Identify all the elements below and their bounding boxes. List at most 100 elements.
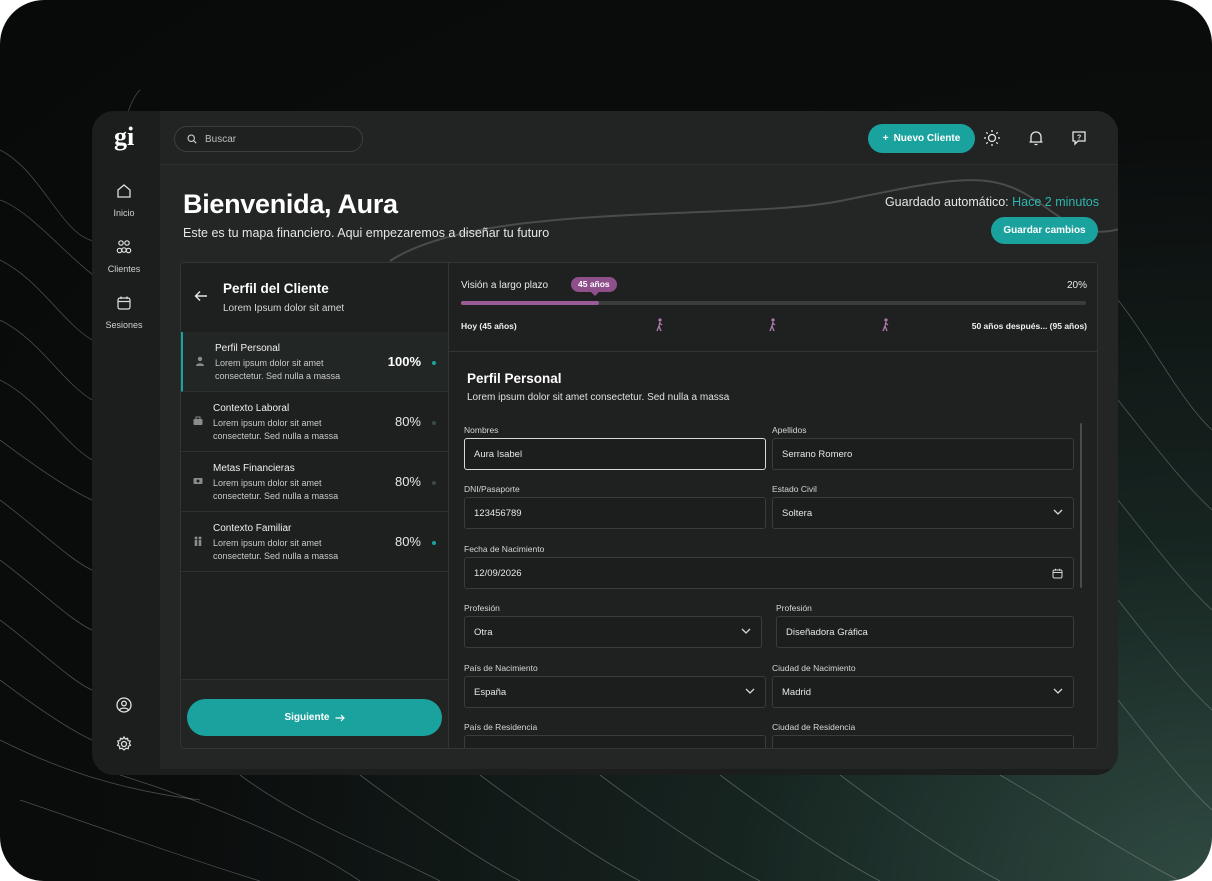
apellidos-field[interactable] (772, 438, 1074, 470)
step-title: Perfil Personal (215, 343, 281, 354)
walking-person-icon (769, 318, 776, 332)
nav-rail: gi Inicio Clientes Sesiones (92, 111, 160, 775)
top-bar: + Nuevo Cliente ? (160, 111, 1118, 165)
step-perfil-personal[interactable]: Perfil Personal Lorem ipsum dolor sit am… (181, 332, 448, 392)
step-status-dot (432, 421, 436, 425)
estado-civil-label: Estado Civil (772, 484, 817, 494)
client-profile-panel: Perfil del Cliente Lorem Ipsum dolor sit… (180, 262, 1098, 749)
pais-nacimiento-value: España (474, 686, 507, 698)
search-icon (187, 134, 197, 144)
chevron-down-icon (745, 688, 755, 694)
fecha-field[interactable] (464, 557, 1074, 589)
walking-person-icon (656, 318, 663, 332)
sidebar-title: Perfil del Cliente (223, 281, 329, 296)
page-title: Bienvenida, Aura (183, 189, 398, 219)
profesion-detail-input[interactable] (786, 626, 1016, 638)
step-title: Contexto Familiar (213, 523, 292, 534)
bell-icon[interactable] (1027, 129, 1045, 147)
back-arrow-icon[interactable] (194, 290, 208, 302)
profesion-detail-label: Profesión (776, 603, 812, 613)
sun-icon[interactable] (983, 129, 1001, 147)
sidebar-footer: Siguiente (181, 679, 448, 748)
chevron-down-icon (1053, 688, 1063, 694)
profesion-select[interactable]: Otra (464, 616, 762, 648)
ciudad-nacimiento-label: Ciudad de Nacimiento (772, 663, 856, 673)
ciudad-residencia-select[interactable] (772, 735, 1074, 748)
vision-progress-fill (461, 301, 599, 305)
pais-nacimiento-select[interactable]: España (464, 676, 766, 708)
nombres-label: Nombres (464, 425, 499, 435)
rail-item-inicio[interactable]: Inicio (92, 183, 156, 221)
pais-nacimiento-label: País de Nacimiento (464, 663, 538, 673)
step-status-dot (432, 361, 436, 365)
calendar-icon[interactable] (1052, 568, 1063, 579)
nombres-field[interactable] (464, 438, 766, 470)
fecha-label: Fecha de Nacimiento (464, 544, 545, 554)
profesion-label: Profesión (464, 603, 500, 613)
sidebar-header: Perfil del Cliente Lorem Ipsum dolor sit… (181, 263, 449, 332)
profesion-detail-field[interactable] (776, 616, 1074, 648)
age-badge: 45 años (571, 277, 617, 296)
step-description: Lorem ipsum dolor sit amet consectetur. … (215, 358, 341, 381)
new-client-button[interactable]: + Nuevo Cliente (868, 124, 975, 153)
nombres-input[interactable] (474, 448, 707, 460)
ciudad-nacimiento-select[interactable]: Madrid (772, 676, 1074, 708)
search-input[interactable] (205, 133, 345, 145)
autosave-prefix: Guardado automático: (884, 195, 1009, 209)
decorative-curve (389, 179, 1118, 262)
family-icon (194, 536, 202, 546)
form-title: Perfil Personal (467, 371, 562, 386)
sidebar-subtitle: Lorem Ipsum dolor sit amet (223, 303, 345, 314)
profile-steps-sidebar: Perfil del Cliente Lorem Ipsum dolor sit… (181, 263, 449, 748)
step-status-dot (432, 541, 436, 545)
personal-profile-form: Perfil Personal Lorem ipsum dolor sit am… (449, 353, 1097, 748)
ciudad-residencia-label: Ciudad de Residencia (772, 722, 856, 732)
rail-item-sesiones[interactable]: Sesiones (92, 295, 156, 333)
clients-icon (116, 240, 132, 254)
user-circle-icon[interactable] (114, 695, 134, 715)
pais-residencia-label: País de Residencia (464, 722, 538, 732)
step-status-dot (432, 481, 436, 485)
vision-progress-track (461, 301, 1086, 305)
person-icon (196, 356, 204, 366)
vision-percent: 20% (1066, 280, 1087, 291)
help-chat-icon[interactable]: ? (1070, 129, 1088, 147)
step-metas-financieras[interactable]: Metas Financieras Lorem ipsum dolor sit … (181, 452, 448, 512)
briefcase-icon (193, 416, 203, 425)
dni-field[interactable] (464, 497, 766, 529)
autosave-status: Guardado automático: Hace 2 minutos (885, 195, 1099, 209)
estado-civil-select[interactable]: Soltera (772, 497, 1074, 529)
apellidos-input[interactable] (782, 448, 1015, 460)
app-window: gi Inicio Clientes Sesiones Buscar + Nue… (92, 111, 1118, 775)
page-subtitle: Este es tu mapa financiero. Aqui empezar… (183, 226, 550, 240)
step-percent: 100% (387, 354, 421, 369)
pais-residencia-select[interactable] (464, 735, 766, 748)
next-label: Siguiente (284, 712, 330, 723)
step-title: Metas Financieras (213, 463, 295, 474)
logo-text: gi (114, 122, 134, 151)
svg-text:?: ? (1077, 135, 1081, 142)
chevron-down-icon (1053, 509, 1063, 515)
search-box[interactable] (174, 126, 363, 152)
step-description: Lorem ipsum dolor sit amet consectetur. … (213, 418, 339, 441)
step-contexto-laboral[interactable]: Contexto Laboral Lorem ipsum dolor sit a… (181, 392, 448, 452)
fecha-input[interactable] (474, 567, 954, 579)
save-changes-button[interactable]: Guardar cambios (991, 217, 1098, 244)
calendar-icon (117, 296, 131, 310)
step-percent: 80% (394, 534, 421, 549)
form-scrollbar[interactable] (1080, 423, 1082, 588)
background-canvas: gi Inicio Clientes Sesiones Buscar + Nue… (0, 0, 1212, 881)
dni-input[interactable] (474, 507, 707, 519)
autosave-time: Hace 2 minutos (1012, 195, 1099, 209)
rail-item-clientes[interactable]: Clientes (92, 239, 156, 277)
arrow-right-icon (335, 714, 345, 721)
walking-person-icon (882, 318, 889, 332)
step-contexto-familiar[interactable]: Contexto Familiar Lorem ipsum dolor sit … (181, 512, 448, 572)
main-content: + Nuevo Cliente ? Bienvenida, Aura Este … (160, 111, 1118, 769)
dni-label: DNI/Pasaporte (464, 484, 520, 494)
estado-civil-value: Soltera (782, 507, 813, 519)
step-percent: 80% (394, 414, 421, 429)
gear-icon[interactable] (114, 734, 134, 754)
money-icon (193, 478, 203, 484)
next-button[interactable]: Siguiente (187, 699, 442, 736)
